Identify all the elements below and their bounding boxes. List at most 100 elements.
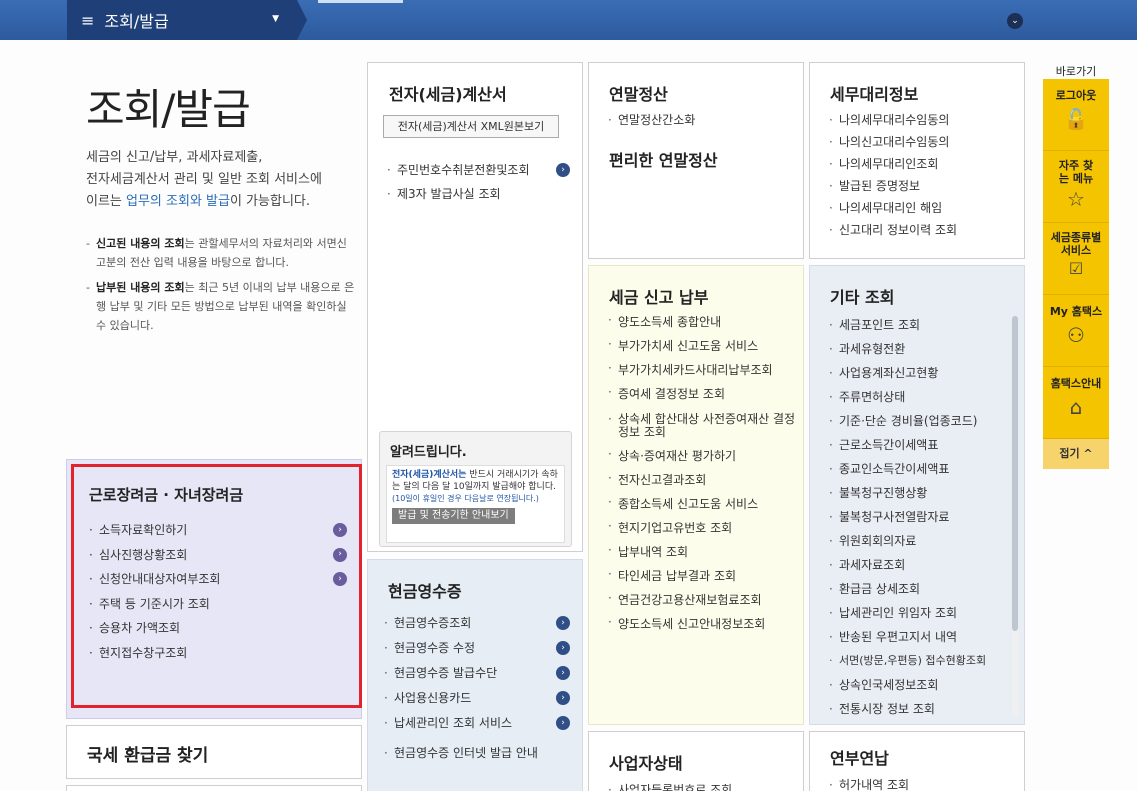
list-item[interactable]: 납세관리인 위임자 조회 — [828, 601, 1020, 625]
list-item[interactable]: 납세관리인 조회 서비스 › — [383, 711, 578, 736]
list-item-label: 신청안내대상자여부조회 — [99, 572, 221, 586]
list-item[interactable]: 반송된 우편고지서 내역 — [828, 625, 1020, 649]
list-item[interactable]: 전통시장 정보 조회 — [828, 697, 1020, 721]
list-item[interactable]: 발급된 증명정보 — [828, 175, 957, 197]
list-item[interactable]: 주류면허상태 — [828, 385, 1020, 409]
list-item[interactable]: 허가내역 조회 — [828, 774, 909, 791]
yearend-panel: 연말정산 연말정산간소화 편리한 연말정산 — [588, 62, 804, 259]
list-item[interactable]: 양도소득세 종합안내 — [607, 313, 801, 337]
list-item[interactable]: 상속인국세정보조회 — [828, 673, 1020, 697]
logout-button[interactable]: 로그아웃 🔓 — [1043, 79, 1109, 151]
list-item-label: 부가가치세카드사대리납부조회 — [618, 363, 773, 377]
list-item[interactable]: 연말정산간소화 — [607, 109, 695, 131]
list-item-label: 납세관리인 위임자 조회 — [839, 606, 958, 620]
list-item[interactable]: · 현지접수창구조회 — [87, 641, 352, 666]
list-item-label: 종합소득세 신고도움 서비스 — [618, 497, 759, 511]
list-item[interactable]: 나의신고대리수임동의 — [828, 131, 957, 153]
favorite-menu-button[interactable]: 자주 찾는 메뉴 ☆ — [1043, 151, 1109, 223]
list-item[interactable]: 납부내역 조회 — [607, 543, 801, 567]
dropdown-arrow-icon[interactable]: ▼ — [272, 14, 279, 24]
yearend-subtitle[interactable]: 편리한 연말정산 — [609, 147, 718, 171]
go-arrow-icon[interactable]: › — [556, 691, 570, 705]
list-item[interactable]: 환급금 상세조회 — [828, 577, 1020, 601]
list-item[interactable]: 근로소득간이세액표 — [828, 433, 1020, 457]
list-item[interactable]: 위원회회의자료 — [828, 529, 1020, 553]
go-arrow-icon[interactable]: › — [333, 523, 347, 537]
unlock-icon: 🔓 — [1063, 107, 1089, 131]
go-arrow-icon[interactable]: › — [556, 641, 570, 655]
list-item[interactable]: 나의세무대리인조회 — [828, 153, 957, 175]
list-item-label: 서면(방문,우편등) 접수현황조회 — [839, 654, 987, 667]
list-item[interactable]: 부가가치세카드사대리납부조회 — [607, 361, 801, 385]
list-item[interactable]: 사업자등록번호로 조회 — [607, 779, 732, 791]
other-inquiry-list: 세금포인트 조회 과세유형전환 사업용계좌신고현황 주류면허상태 기준·단순 경… — [828, 313, 1020, 721]
go-arrow-icon[interactable]: › — [556, 616, 570, 630]
list-item[interactable]: 불복청구진행상황 — [828, 481, 1020, 505]
list-item[interactable]: 사업용신용카드 › — [383, 686, 578, 711]
list-item[interactable]: · 소득자료확인하기 › — [87, 518, 352, 543]
go-arrow-icon[interactable]: › — [556, 666, 570, 680]
list-item[interactable]: 현지기업고유번호 조회 — [607, 519, 801, 543]
list-item[interactable]: 타인세금 납부결과 조회 — [607, 567, 801, 591]
list-item[interactable]: 나의세무대리수임동의 — [828, 109, 957, 131]
tax-service-button[interactable]: 세금종류별 서비스 ☑ — [1043, 223, 1109, 295]
go-arrow-icon[interactable]: › — [333, 547, 347, 562]
list-item[interactable]: 사업용계좌신고현황 — [828, 361, 1020, 385]
list-item[interactable]: 신고대리 정보이력 조회 — [828, 219, 957, 241]
quick-item-label: My 홈택스 — [1049, 305, 1103, 318]
cash-receipt-panel: 현금영수증 현금영수증조회 › 현금영수증 수정 › 현금영수증 발급수단 › 사업용… — [367, 559, 583, 791]
bullet: · — [89, 621, 93, 635]
list-item[interactable]: 부가가치세 신고도움 서비스 — [607, 337, 801, 361]
list-item-label: 현지접수창구조회 — [99, 645, 188, 660]
refund-panel[interactable]: 국세 환급금 찾기 — [66, 725, 362, 779]
list-item[interactable]: 양도소득세 신고안내정보조회 — [607, 615, 801, 639]
list-item[interactable]: · 신청안내대상자여부조회 › — [87, 567, 352, 592]
hamburger-menu-icon[interactable]: ≡ — [81, 11, 94, 30]
list-item[interactable]: 서면(방문,우편등) 접수현황조회 — [828, 649, 1020, 673]
list-item[interactable]: 세금포인트 조회 — [828, 313, 1020, 337]
list-item[interactable]: 제3자 발급사실 조회 — [386, 182, 576, 206]
user-icon: ⚇ — [1067, 323, 1085, 347]
list-item[interactable]: 과세자료조회 — [828, 553, 1020, 577]
hometax-guide-button[interactable]: 홈택스안내 ⌂ — [1043, 367, 1109, 439]
list-item[interactable]: · 주택 등 기준시가 조회 — [87, 592, 352, 617]
list-item[interactable]: · 승용차 가액조회 — [87, 616, 352, 641]
expand-menu-icon[interactable]: ⌄ — [1007, 13, 1023, 29]
scrollbar-thumb[interactable] — [1012, 316, 1018, 631]
go-arrow-icon[interactable]: › — [556, 163, 570, 177]
breadcrumb-menu[interactable]: ≡ 조회/발급 ▼ — [67, 0, 297, 40]
list-item[interactable]: 현금영수증 발급수단 › — [383, 661, 578, 686]
my-hometax-button[interactable]: My 홈택스 ⚇ — [1043, 295, 1109, 367]
notice-button[interactable]: 발급 및 전송기한 안내보기 — [392, 508, 515, 524]
list-item[interactable]: 나의세무대리인 해임 — [828, 197, 957, 219]
list-item[interactable]: 기준·단순 경비율(업종코드) — [828, 409, 1020, 433]
list-item[interactable]: 종합소득세 신고도움 서비스 — [607, 495, 801, 519]
list-item-label: 부가가치세 신고도움 서비스 — [618, 339, 759, 353]
tax-agent-panel: 세무대리정보 나의세무대리수임동의 나의신고대리수임동의 나의세무대리인조회 발… — [809, 62, 1025, 259]
go-arrow-icon[interactable]: › — [556, 716, 570, 730]
list-item[interactable]: 종교인소득간이세액표 — [828, 457, 1020, 481]
checkbox-icon: ☑ — [1068, 259, 1084, 278]
list-item[interactable]: 현금영수증조회 › — [383, 611, 578, 636]
go-arrow-icon[interactable]: › — [333, 572, 347, 586]
list-item[interactable]: 현금영수증 수정 › — [383, 636, 578, 661]
list-item-label: 종교인소득간이세액표 — [839, 462, 950, 476]
list-item[interactable]: · 심사진행상황조회 › — [87, 543, 352, 568]
tab-highlight — [318, 0, 403, 3]
list-item[interactable]: 주민번호수취분전환및조회 › — [386, 158, 576, 182]
list-item[interactable]: 현금영수증 인터넷 발급 안내 — [383, 741, 578, 766]
list-item-label: 양도소득세 신고안내정보조회 — [618, 617, 766, 631]
list-item[interactable]: 연금건강고용산재보험료조회 — [607, 591, 801, 615]
top-navigation-bar: ≡ 조회/발급 ▼ ⌄ — [0, 0, 1137, 40]
list-item[interactable]: 증여세 결정정보 조회 — [607, 385, 801, 409]
list-item[interactable]: 전자신고결과조회 — [607, 471, 801, 495]
other-inquiry-scrollbar[interactable] — [1012, 316, 1018, 716]
list-item-label: 나의신고대리수임동의 — [839, 135, 950, 149]
list-item[interactable]: 상속세 합산대상 사전증여재산 결정정보 조회 — [607, 409, 801, 447]
list-item[interactable]: 과세유형전환 — [828, 337, 1020, 361]
fold-button[interactable]: 접기 ^ — [1043, 439, 1109, 469]
etax-xml-button[interactable]: 전자(세금)계산서 XML원본보기 — [383, 115, 559, 138]
list-item[interactable]: 불복청구사전열람자료 — [828, 505, 1020, 529]
list-item-label: 납부내역 조회 — [618, 545, 689, 559]
list-item[interactable]: 상속·증여재산 평가하기 — [607, 447, 801, 471]
